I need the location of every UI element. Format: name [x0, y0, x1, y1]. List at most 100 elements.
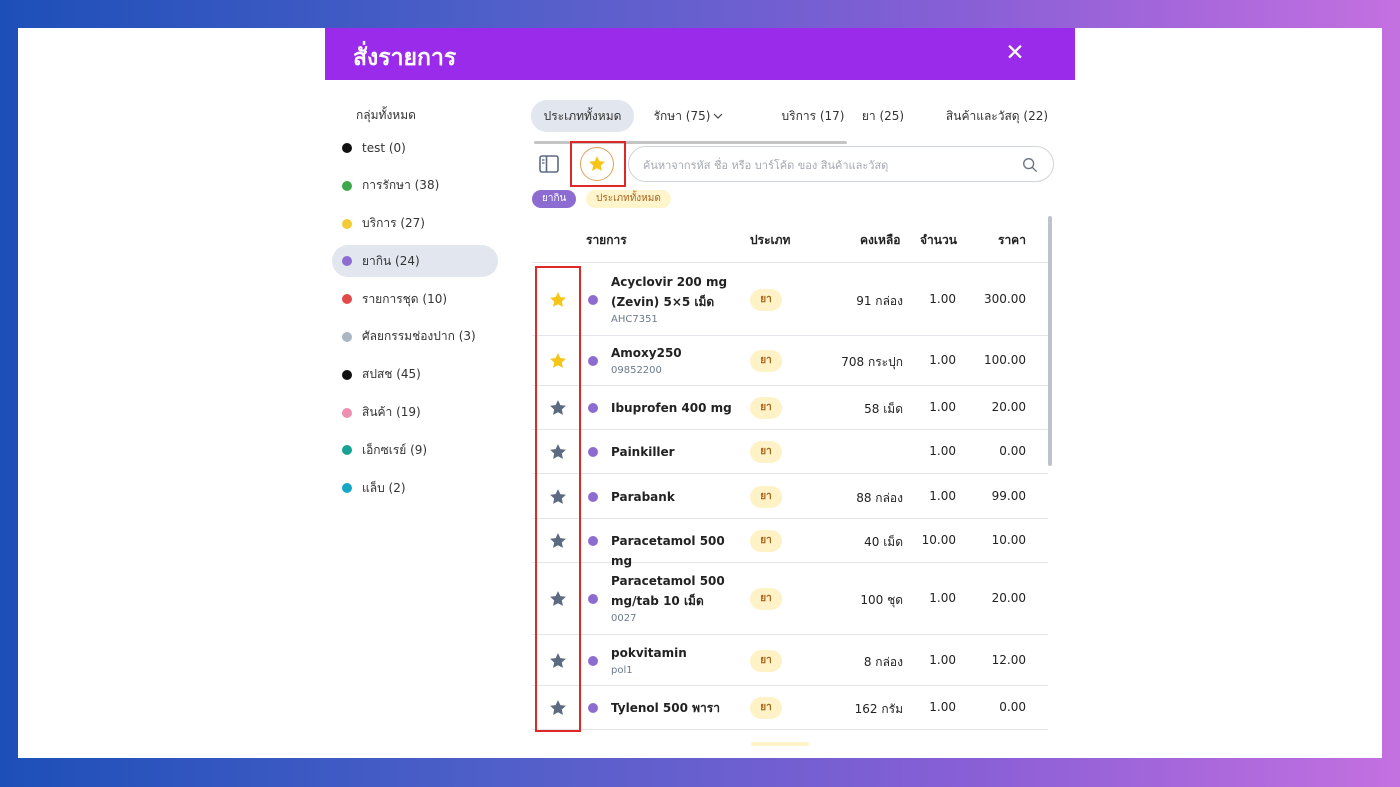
sidebar-item[interactable]: รายการชุด (10)	[332, 283, 498, 315]
type-tabs: ประเภททั้งหมด รักษา (75) บริการ (17) ยา (25…	[531, 100, 1061, 132]
modal-header: สั่งรายการ ✕	[325, 28, 1075, 80]
item-quantity[interactable]: 1.00	[929, 489, 956, 503]
group-color-dot	[342, 143, 352, 153]
item-code: AHC7351	[611, 313, 658, 325]
item-quantity[interactable]: 1.00	[929, 292, 956, 306]
item-name: Ibuprofen 400 mg	[611, 401, 732, 415]
tab[interactable]: บริการ (17)	[759, 100, 867, 132]
tab[interactable]: สินค้าและวัสดุ (22)	[935, 100, 1059, 132]
sidebar-item-label: ยากิน (24)	[362, 253, 420, 268]
item-quantity[interactable]: 1.00	[929, 653, 956, 667]
group-color-dot	[342, 256, 352, 267]
sidebar-item[interactable]: test (0)	[332, 132, 498, 164]
type-badge: ยา	[750, 288, 782, 311]
item-stock: 88 กล่อง	[856, 490, 903, 505]
group-color-dot	[588, 594, 598, 604]
item-price: 99.00	[991, 488, 1026, 503]
group-color-dot	[588, 447, 598, 457]
sidebar-item-label: แล็บ (2)	[362, 480, 406, 495]
item-quantity[interactable]: 1.00	[929, 591, 956, 605]
item-quantity[interactable]: 1.00	[929, 400, 956, 414]
sidebar-item[interactable]: แล็บ (2)	[332, 472, 498, 504]
item-quantity[interactable]: 1.00	[929, 700, 956, 714]
tab[interactable]: รักษา (75)	[647, 100, 731, 132]
partial-row-badge	[751, 742, 809, 746]
item-stock: 58 เม็ด	[864, 402, 903, 416]
item-stock: 40 เม็ด	[864, 535, 903, 549]
header-qty: จำนวน	[920, 233, 957, 247]
item-quantity[interactable]: 1.00	[929, 353, 956, 367]
item-stock: 91 กล่อง	[856, 293, 903, 308]
item-name: Parabank	[611, 489, 675, 504]
item-price: 10.00	[991, 533, 1026, 547]
item-name: Paracetamol 500 mg/tab 10 เม็ด	[611, 574, 725, 608]
sidebar-item[interactable]: สปสช (45)	[332, 359, 498, 391]
table-header: รายการ ประเภท คงเหลือ จำนวน ราคา	[532, 216, 1048, 263]
screenshot-canvas: สั่งรายการ ✕ กลุ่มทั้งหมด test (0) การรัก…	[18, 28, 1382, 758]
table-row[interactable]: pokvitamin pol1 ยา 8 กล่อง 1.00 12.00	[532, 635, 1048, 686]
item-stock: 162 กรัม	[854, 702, 903, 716]
item-name: pokvitamin	[611, 645, 687, 660]
header-price: ราคา	[998, 233, 1026, 247]
search-icon[interactable]	[1021, 156, 1039, 174]
table-row[interactable]: Ibuprofen 400 mg ยา 58 เม็ด 1.00 20.00	[532, 386, 1048, 430]
sidebar-item-label: ศัลยกรรมช่องปาก (3)	[362, 329, 476, 344]
tab-label: รักษา (75)	[653, 109, 711, 123]
table-row[interactable]: Painkiller ยา 1.00 0.00	[532, 430, 1048, 474]
modal-title: สั่งรายการ	[353, 45, 457, 71]
tab[interactable]: ยา (25)	[857, 100, 909, 132]
table-scrollbar[interactable]	[1048, 216, 1052, 466]
group-color-dot	[342, 218, 352, 229]
type-badge: ยา	[750, 649, 782, 672]
header-stock: คงเหลือ	[860, 233, 901, 247]
tab-label: สินค้าและวัสดุ (22)	[945, 109, 1049, 123]
close-icon[interactable]: ✕	[1003, 40, 1027, 66]
chevron-down-icon	[713, 113, 723, 119]
header-item: รายการ	[586, 233, 627, 247]
sidebar-item-label: บริการ (27)	[362, 216, 425, 231]
item-name: Amoxy250	[611, 346, 682, 360]
group-sidebar: กลุ่มทั้งหมด test (0) การรักษา (38) บริการ…	[332, 100, 498, 510]
item-price: 300.00	[984, 291, 1026, 306]
item-quantity[interactable]: 1.00	[929, 444, 956, 458]
type-badge: ยา	[750, 588, 782, 610]
table-row[interactable]: Tylenol 500 พารา ยา 162 กรัม 1.00 0.00	[532, 686, 1048, 730]
group-color-dot	[588, 294, 598, 305]
item-stock: 708 กระปุก	[841, 355, 903, 369]
item-quantity[interactable]: 10.00	[922, 533, 956, 547]
sidebar-item-label: สปสช (45)	[362, 367, 421, 382]
sidebar-item[interactable]: การรักษา (38)	[332, 170, 498, 202]
sidebar-item-label: test (0)	[362, 141, 406, 155]
item-code: 0027	[611, 613, 637, 624]
sidebar-item[interactable]: ยากิน (24)	[332, 245, 498, 278]
search-input[interactable]	[643, 155, 1013, 175]
sidebar-item[interactable]: บริการ (27)	[332, 208, 498, 240]
table-row[interactable]: Parabank ยา 88 กล่อง 1.00 99.00	[532, 474, 1048, 519]
filter-chip-group[interactable]: ยากิน	[532, 190, 577, 208]
sidebar-item[interactable]: เอ็กซเรย์ (9)	[332, 434, 498, 466]
group-color-dot	[342, 180, 352, 191]
table-row[interactable]: Paracetamol 500 mg ยา 40 เม็ด 10.00 10.00	[532, 519, 1048, 568]
table-row[interactable]: Acyclovir 200 mg (Zevin) 5×5 เม็ด AHC7351…	[532, 263, 1048, 336]
table-row[interactable]: Amoxy250 09852200 ยา 708 กระปุก 1.00 100.00	[532, 336, 1048, 386]
sidebar-item[interactable]: ศัลยกรรมช่องปาก (3)	[332, 321, 498, 353]
table-row[interactable]: Paracetamol 500 mg/tab 10 เม็ด 0027 ยา 100 …	[532, 563, 1048, 635]
item-stock: 8 กล่อง	[863, 654, 903, 669]
group-color-dot	[588, 703, 598, 713]
filter-chip-type[interactable]: ประเภททั้งหมด	[586, 190, 671, 208]
group-color-dot	[588, 655, 598, 666]
panel-toggle-icon[interactable]	[538, 153, 560, 175]
tab-label: บริการ (17)	[781, 109, 845, 123]
item-code: 09852200	[611, 365, 662, 376]
group-color-dot	[342, 407, 352, 418]
sidebar-item[interactable]: สินค้า (19)	[332, 397, 498, 429]
tab[interactable]: ประเภททั้งหมด	[531, 100, 634, 132]
sidebar-all-groups[interactable]: กลุ่มทั้งหมด	[332, 100, 498, 132]
item-stock: 100 ชุด	[860, 593, 903, 607]
type-badge: ยา	[750, 530, 782, 552]
sidebar-item-label: รายการชุด (10)	[362, 291, 448, 306]
group-color-dot	[342, 294, 352, 305]
item-price: 12.00	[991, 652, 1026, 667]
group-color-dot	[342, 483, 352, 494]
group-color-dot	[588, 403, 598, 413]
